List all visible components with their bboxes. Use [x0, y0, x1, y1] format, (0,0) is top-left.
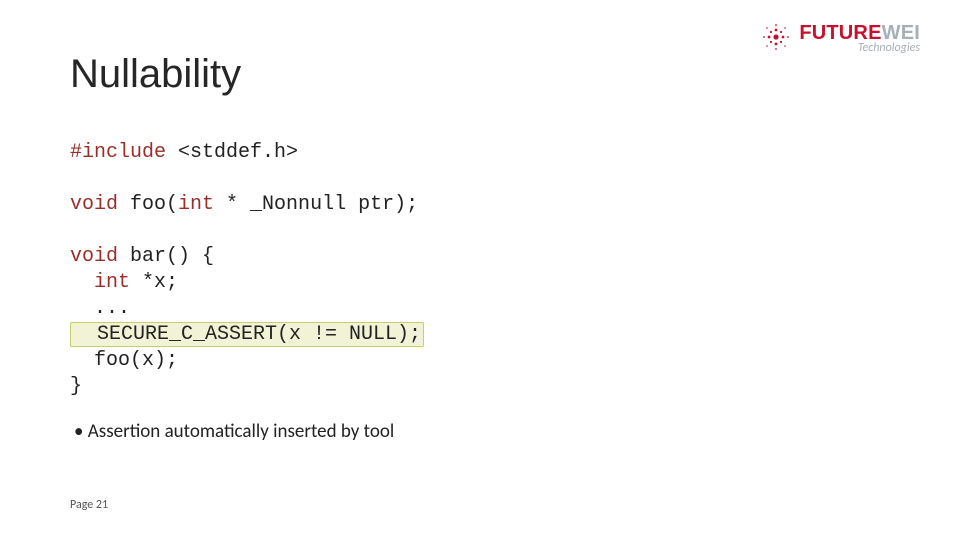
code-keyword: #include — [70, 141, 166, 164]
code-keyword: void — [70, 193, 118, 216]
logo-mark-icon — [759, 20, 793, 59]
code-text: foo( — [118, 193, 178, 216]
code-text: * _Nonnull ptr); — [214, 193, 418, 216]
brand-logo: FUTUREWEI Technologies — [759, 20, 920, 59]
logo-text-sub: Technologies — [858, 41, 920, 55]
code-text: *x; — [130, 271, 178, 294]
code-text: bar() { — [118, 245, 214, 268]
code-keyword: int — [178, 193, 214, 216]
code-keyword: void — [70, 245, 118, 268]
code-block: #include <stddef.h> void foo(int * _Nonn… — [70, 140, 424, 400]
code-text — [70, 271, 94, 294]
bullet-point: Assertion automatically inserted by tool — [74, 420, 394, 443]
slide-title: Nullability — [70, 52, 241, 97]
code-text: foo(x); — [70, 349, 178, 372]
code-highlight: SECURE_C_ASSERT(x != NULL); — [70, 322, 424, 347]
page-number: Page 21 — [70, 498, 108, 512]
code-text: } — [70, 375, 82, 398]
code-text: ... — [70, 297, 130, 320]
code-keyword: int — [94, 271, 130, 294]
code-text: <stddef.h> — [166, 141, 298, 164]
